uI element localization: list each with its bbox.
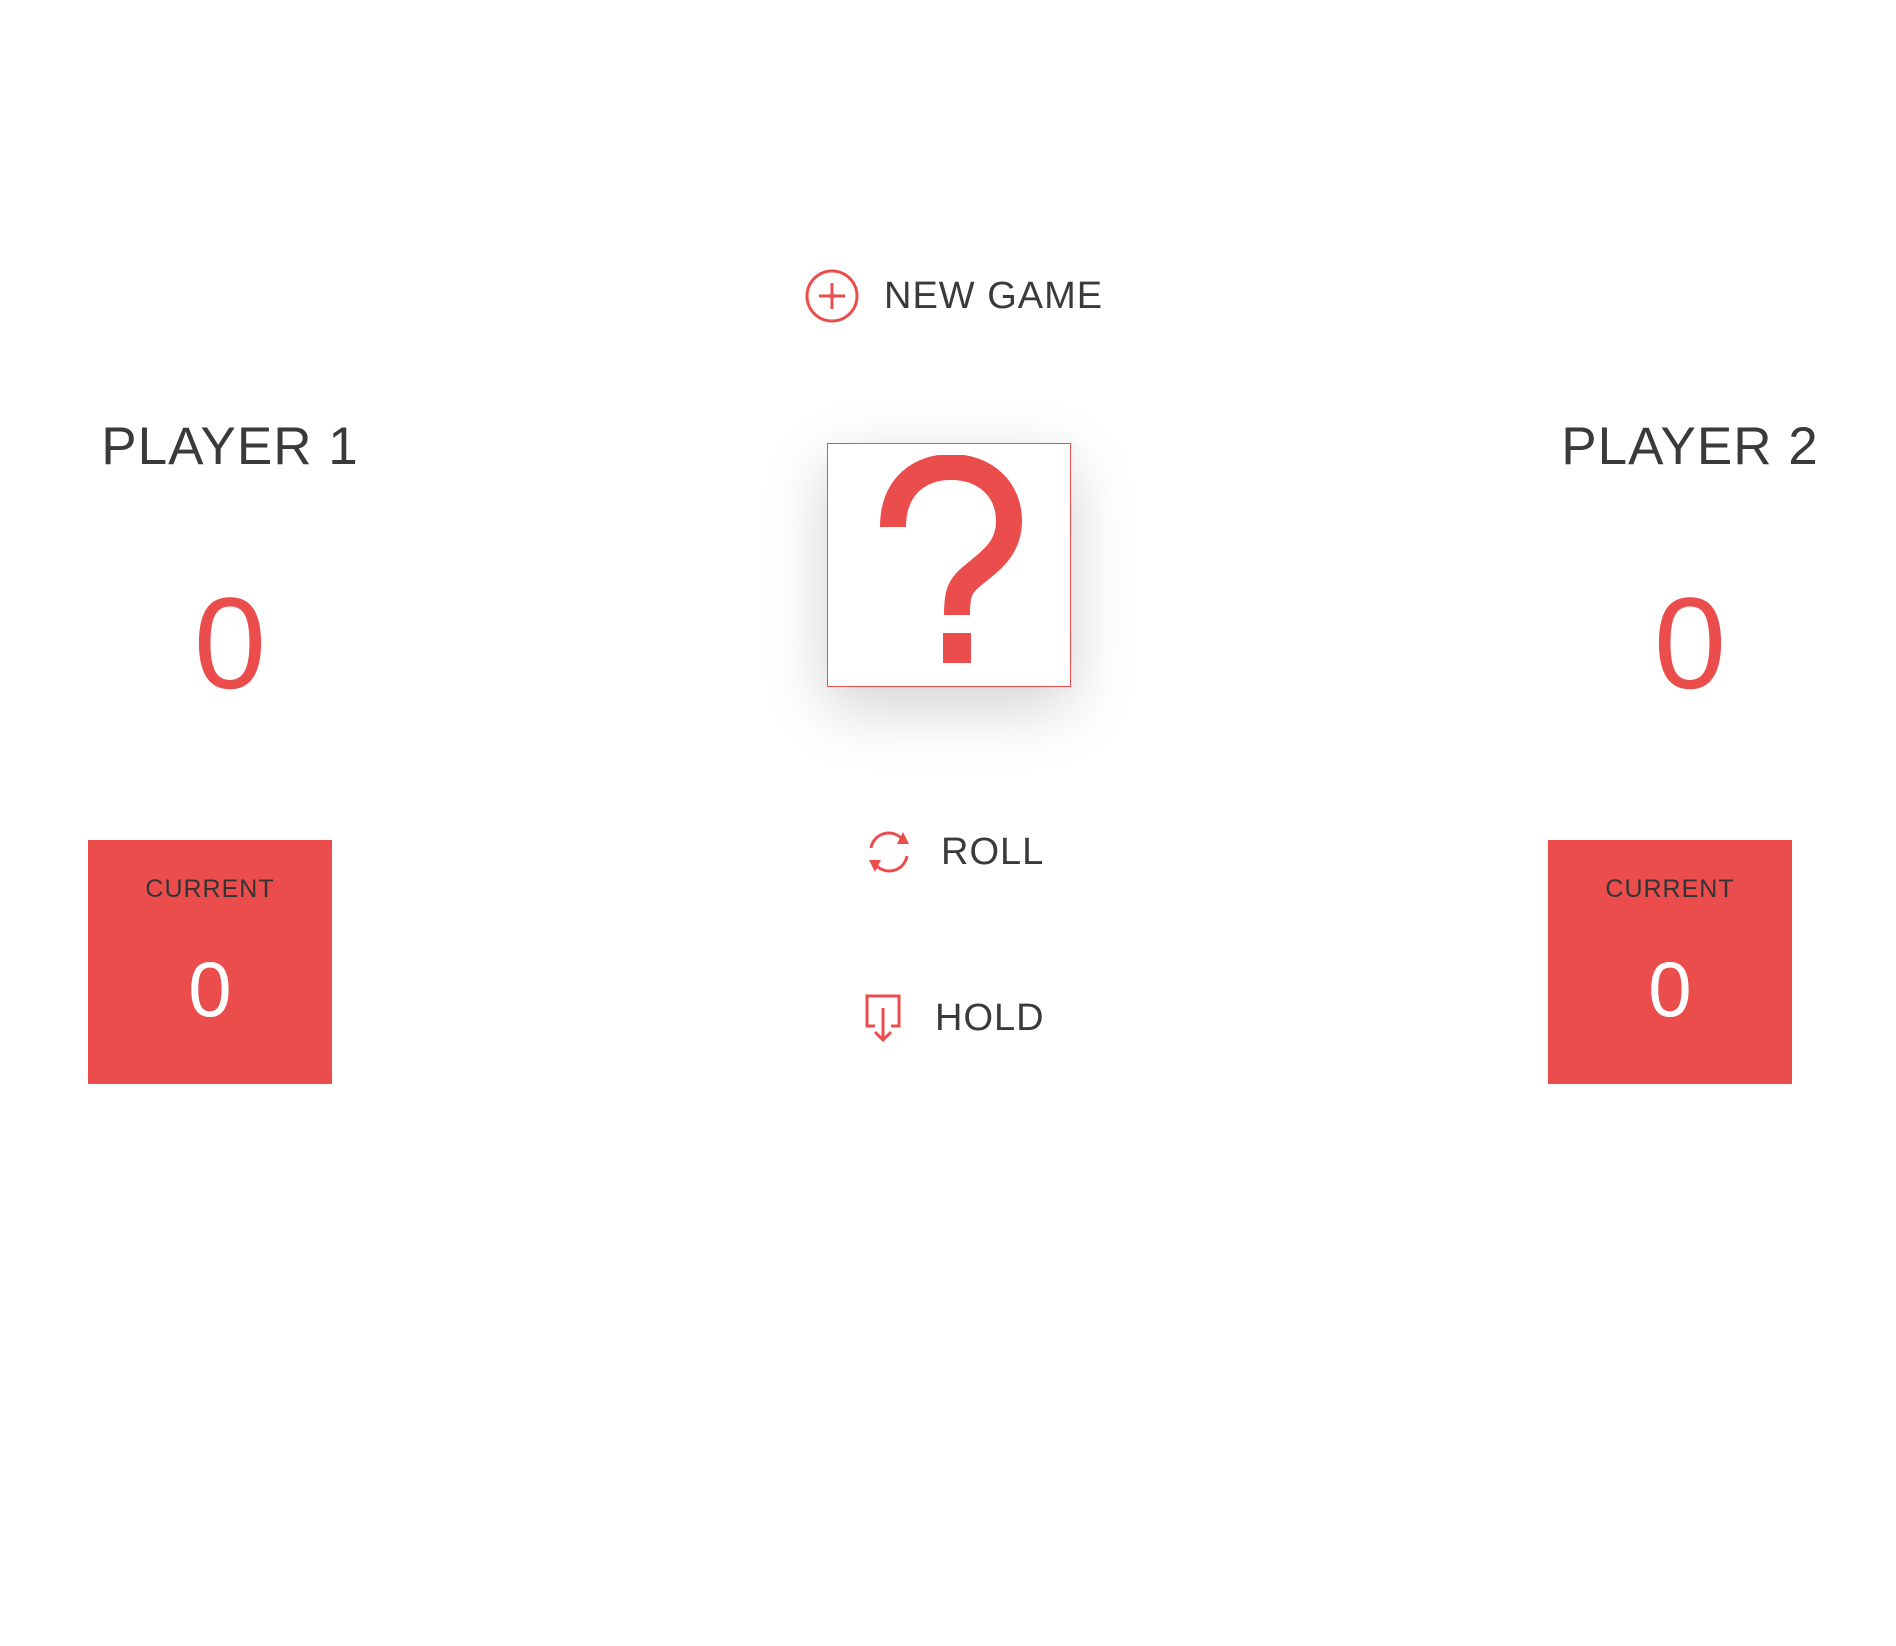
roll-button[interactable]: ROLL — [861, 824, 1044, 880]
player-1-current-score: 0 — [188, 945, 232, 1033]
question-mark-icon — [880, 455, 1023, 663]
plus-circle-icon — [804, 268, 860, 324]
player-2-current-box: CURRENT 0 — [1548, 840, 1792, 1084]
player-2-current-score: 0 — [1648, 945, 1692, 1033]
player-2-panel: PLAYER 2 0 CURRENT 0 — [1460, 0, 1896, 1646]
new-game-button[interactable]: NEW GAME — [804, 268, 1103, 324]
player-1-name: PLAYER 1 — [101, 417, 359, 476]
roll-label: ROLL — [941, 830, 1045, 873]
refresh-icon — [861, 824, 917, 880]
player-1-current-label: CURRENT — [145, 875, 275, 903]
new-game-label: NEW GAME — [884, 274, 1104, 317]
download-icon — [855, 990, 911, 1046]
player-2-current-label: CURRENT — [1605, 875, 1735, 903]
player-2-name: PLAYER 2 — [1561, 417, 1819, 476]
dice — [827, 443, 1071, 687]
hold-label: HOLD — [935, 996, 1045, 1039]
player-1-current-box: CURRENT 0 — [88, 840, 332, 1084]
player-2-score: 0 — [1653, 570, 1727, 716]
hold-button[interactable]: HOLD — [855, 990, 1045, 1046]
player-1-panel: PLAYER 1 0 CURRENT 0 — [0, 0, 460, 1646]
player-1-score: 0 — [193, 570, 267, 716]
